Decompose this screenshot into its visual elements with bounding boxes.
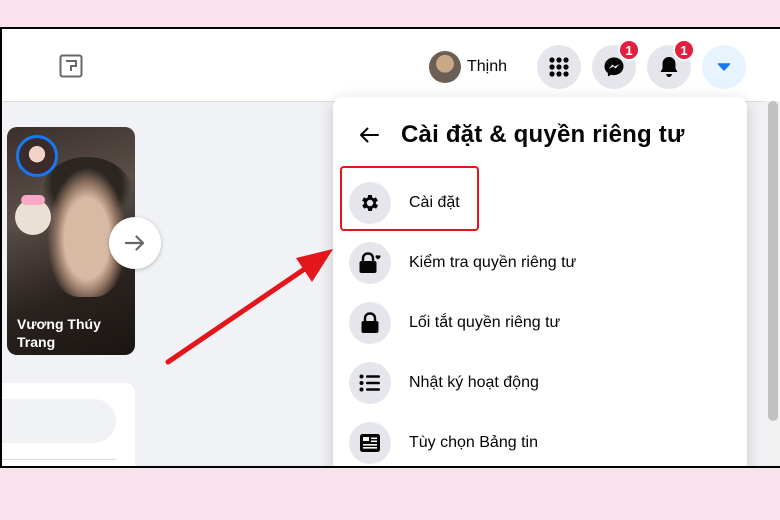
menu-item-label: Lối tắt quyền riêng tư (409, 314, 561, 331)
notifications-badge: 1 (673, 39, 695, 61)
profile-name: Thịnh (467, 58, 508, 75)
story-avatar (16, 135, 58, 177)
caret-down-icon (717, 63, 731, 71)
menu-title: Cài đặt & quyền riêng tư (401, 121, 685, 148)
list-icon (359, 374, 380, 392)
menu-item-activity-log[interactable]: Nhật ký hoạt động (349, 357, 729, 409)
menu-item-privacy-checkup[interactable]: Kiểm tra quyền riêng tư (349, 237, 729, 289)
news-feed-icon (360, 434, 380, 452)
lock-icon (361, 312, 379, 333)
scrollbar-thumb[interactable] (768, 101, 778, 421)
back-arrow-icon[interactable] (359, 127, 379, 143)
story-next-button[interactable] (109, 217, 161, 269)
annotation-highlight-box (340, 166, 479, 231)
settings-privacy-menu: Cài đặt & quyền riêng tư Cài đặt Kiểm tr… (333, 97, 747, 466)
avatar (429, 51, 461, 83)
grid-icon (549, 57, 569, 77)
top-navigation-bar: Thịnh 1 1 (2, 29, 780, 102)
bell-icon (660, 57, 678, 77)
composer-input[interactable] (2, 399, 116, 443)
menu-item-label: Nhật ký hoạt động (409, 374, 539, 391)
arrow-right-icon (125, 235, 145, 251)
menu-item-label: Kiểm tra quyền riêng tư (409, 254, 577, 271)
story-author-name: Vương Thúy Trang (17, 316, 101, 350)
dog-sticker (15, 195, 51, 235)
post-composer (2, 383, 135, 466)
menu-header: Cài đặt & quyền riêng tư (359, 121, 685, 149)
messenger-badge: 1 (618, 39, 640, 61)
notifications-button[interactable]: 1 (647, 39, 695, 89)
menu-item-feed-preferences[interactable]: Tùy chọn Bảng tin (349, 417, 729, 466)
menu-item-label: Tùy chọn Bảng tin (409, 434, 538, 451)
profile-button[interactable]: Thịnh (427, 49, 515, 85)
browser-frame: Thịnh 1 1 Vương Thúy Trang Cài đặt & quy… (0, 27, 780, 468)
lock-heart-icon (359, 252, 381, 273)
menu-item-privacy-shortcuts[interactable]: Lối tắt quyền riêng tư (349, 297, 729, 349)
messenger-button[interactable]: 1 (592, 39, 640, 89)
account-button[interactable] (702, 45, 746, 89)
gaming-icon[interactable] (59, 54, 83, 78)
divider (2, 459, 116, 460)
menu-grid-button[interactable] (537, 45, 581, 89)
messenger-icon (604, 57, 624, 77)
scrollbar[interactable] (766, 101, 780, 466)
